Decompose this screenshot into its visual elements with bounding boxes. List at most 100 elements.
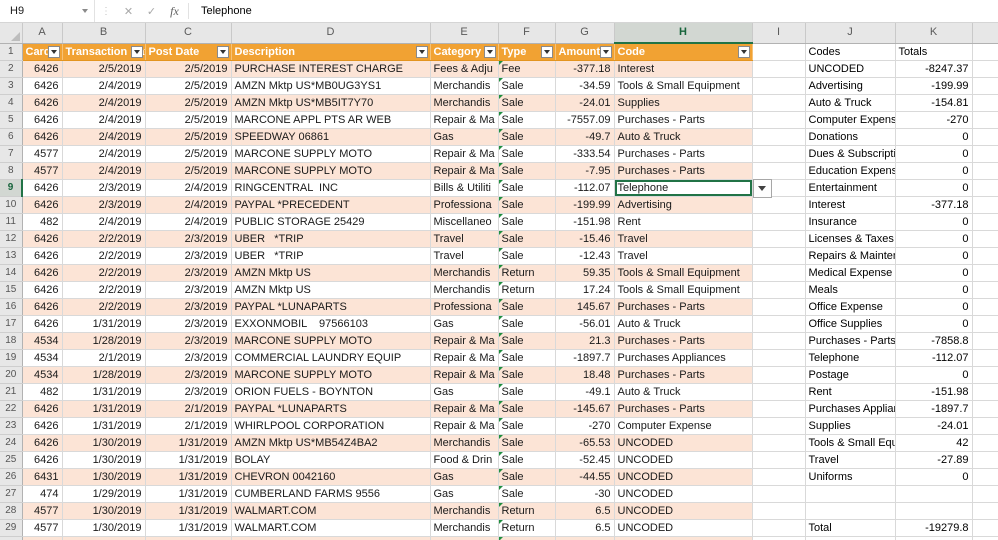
cell-K8[interactable]: 0: [895, 162, 973, 180]
row-header-9[interactable]: 9: [0, 179, 23, 197]
cell-D20[interactable]: MARCONE SUPPLY MOTO: [231, 366, 431, 384]
cell-F10[interactable]: Sale: [498, 196, 556, 214]
cell-B12[interactable]: 2/2/2019: [62, 230, 146, 248]
cell-K13[interactable]: 0: [895, 247, 973, 265]
cell-J22[interactable]: Purchases Appliances: [805, 400, 896, 418]
cell-K18[interactable]: -7858.8: [895, 332, 973, 350]
cell-G20[interactable]: 18.48: [555, 366, 615, 384]
cell-I12[interactable]: [752, 230, 806, 248]
cell-H27[interactable]: UNCODED: [614, 485, 753, 503]
column-header-D[interactable]: D: [231, 23, 431, 44]
cell-E18[interactable]: Repair & Ma: [430, 332, 499, 350]
cell-B2[interactable]: 2/5/2019: [62, 60, 146, 78]
column-header-H[interactable]: H: [614, 23, 753, 44]
cell-G8[interactable]: -7.95: [555, 162, 615, 180]
cell-B28[interactable]: 1/30/2019: [62, 502, 146, 520]
cell-B22[interactable]: 1/31/2019: [62, 400, 146, 418]
filter-button-transaction-date[interactable]: [130, 45, 143, 58]
row-header-17[interactable]: 17: [0, 315, 23, 333]
cell-K4[interactable]: -154.81: [895, 94, 973, 112]
cell-I26[interactable]: [752, 468, 806, 486]
cell-E25[interactable]: Food & Drin: [430, 451, 499, 469]
cell-E13[interactable]: Travel: [430, 247, 499, 265]
cell-E5[interactable]: Repair & Ma: [430, 111, 499, 129]
cell-I18[interactable]: [752, 332, 806, 350]
cell-H22[interactable]: Purchases - Parts: [614, 400, 753, 418]
row-header-30[interactable]: 30: [0, 536, 23, 540]
cell-C13[interactable]: 2/3/2019: [145, 247, 232, 265]
cell-E8[interactable]: Repair & Ma: [430, 162, 499, 180]
cell-C28[interactable]: 1/31/2019: [145, 502, 232, 520]
cell-G4[interactable]: -24.01: [555, 94, 615, 112]
cell-B16[interactable]: 2/2/2019: [62, 298, 146, 316]
cell-K9[interactable]: 0: [895, 179, 973, 197]
cell-K3[interactable]: -199.99: [895, 77, 973, 95]
cell-D12[interactable]: UBER *TRIP: [231, 230, 431, 248]
cell-D10[interactable]: PAYPAL *PRECEDENT: [231, 196, 431, 214]
cell-E26[interactable]: Gas: [430, 468, 499, 486]
cell-H2[interactable]: Interest: [614, 60, 753, 78]
cell-F9[interactable]: Sale: [498, 179, 556, 197]
cell-K12[interactable]: 0: [895, 230, 973, 248]
cell-G10[interactable]: -199.99: [555, 196, 615, 214]
cell-C19[interactable]: 2/3/2019: [145, 349, 232, 367]
cell-B11[interactable]: 2/4/2019: [62, 213, 146, 231]
cell-F15[interactable]: Return: [498, 281, 556, 299]
cell-E27[interactable]: Gas: [430, 485, 499, 503]
filter-button-code[interactable]: [737, 46, 750, 58]
cell-I23[interactable]: [752, 417, 806, 435]
cell-D21[interactable]: ORION FUELS - BOYNTON: [231, 383, 431, 401]
cell-H28[interactable]: UNCODED: [614, 502, 753, 520]
cell-C7[interactable]: 2/5/2019: [145, 145, 232, 163]
cell-J21[interactable]: Rent: [805, 383, 896, 401]
cell-A14[interactable]: 6426: [22, 264, 63, 282]
cell-H15[interactable]: Tools & Small Equipment: [614, 281, 753, 299]
cell-B18[interactable]: 1/28/2019: [62, 332, 146, 350]
cell-H20[interactable]: Purchases - Parts: [614, 366, 753, 384]
cell-L21[interactable]: [972, 383, 998, 401]
cell-A21[interactable]: 482: [22, 383, 63, 401]
cell-F26[interactable]: Sale: [498, 468, 556, 486]
cell-I28[interactable]: [752, 502, 806, 520]
cell-L27[interactable]: [972, 485, 998, 503]
cell-I4[interactable]: [752, 94, 806, 112]
row-header-26[interactable]: 26: [0, 468, 23, 486]
cell-B29[interactable]: 1/30/2019: [62, 519, 146, 537]
cell-H17[interactable]: Auto & Truck: [614, 315, 753, 333]
cell-A19[interactable]: 4534: [22, 349, 63, 367]
cell-I25[interactable]: [752, 451, 806, 469]
name-box-dropdown-icon[interactable]: [82, 9, 88, 13]
cell-B20[interactable]: 1/28/2019: [62, 366, 146, 384]
cell-G22[interactable]: -145.67: [555, 400, 615, 418]
cell-K7[interactable]: 0: [895, 145, 973, 163]
filter-button-category[interactable]: [483, 45, 496, 58]
cell-E20[interactable]: Repair & Ma: [430, 366, 499, 384]
cell-G18[interactable]: 21.3: [555, 332, 615, 350]
filter-button-card[interactable]: [47, 45, 60, 58]
cell-I17[interactable]: [752, 315, 806, 333]
row-header-6[interactable]: 6: [0, 128, 23, 146]
row-header-22[interactable]: 22: [0, 400, 23, 418]
cell-L7[interactable]: [972, 145, 998, 163]
cell-H12[interactable]: Travel: [614, 230, 753, 248]
cell-C9[interactable]: 2/4/2019: [145, 179, 232, 197]
cell-B15[interactable]: 2/2/2019: [62, 281, 146, 299]
column-header-C[interactable]: C: [145, 23, 232, 44]
cell-B14[interactable]: 2/2/2019: [62, 264, 146, 282]
cell-I27[interactable]: [752, 485, 806, 503]
cell-F3[interactable]: Sale: [498, 77, 556, 95]
cell-K23[interactable]: -24.01: [895, 417, 973, 435]
cell-A25[interactable]: 6426: [22, 451, 63, 469]
cancel-button[interactable]: ✕: [117, 0, 140, 22]
cell-K28[interactable]: [895, 502, 973, 520]
cell-L16[interactable]: [972, 298, 998, 316]
cell-C10[interactable]: 2/4/2019: [145, 196, 232, 214]
cell-C3[interactable]: 2/5/2019: [145, 77, 232, 95]
cell-B17[interactable]: 1/31/2019: [62, 315, 146, 333]
cell-D29[interactable]: WALMART.COM: [231, 519, 431, 537]
cell-A13[interactable]: 6426: [22, 247, 63, 265]
cell-J7[interactable]: Dues & Subscriptions: [805, 145, 896, 163]
cell-F21[interactable]: Sale: [498, 383, 556, 401]
cell-A17[interactable]: 6426: [22, 315, 63, 333]
cell-A27[interactable]: 474: [22, 485, 63, 503]
